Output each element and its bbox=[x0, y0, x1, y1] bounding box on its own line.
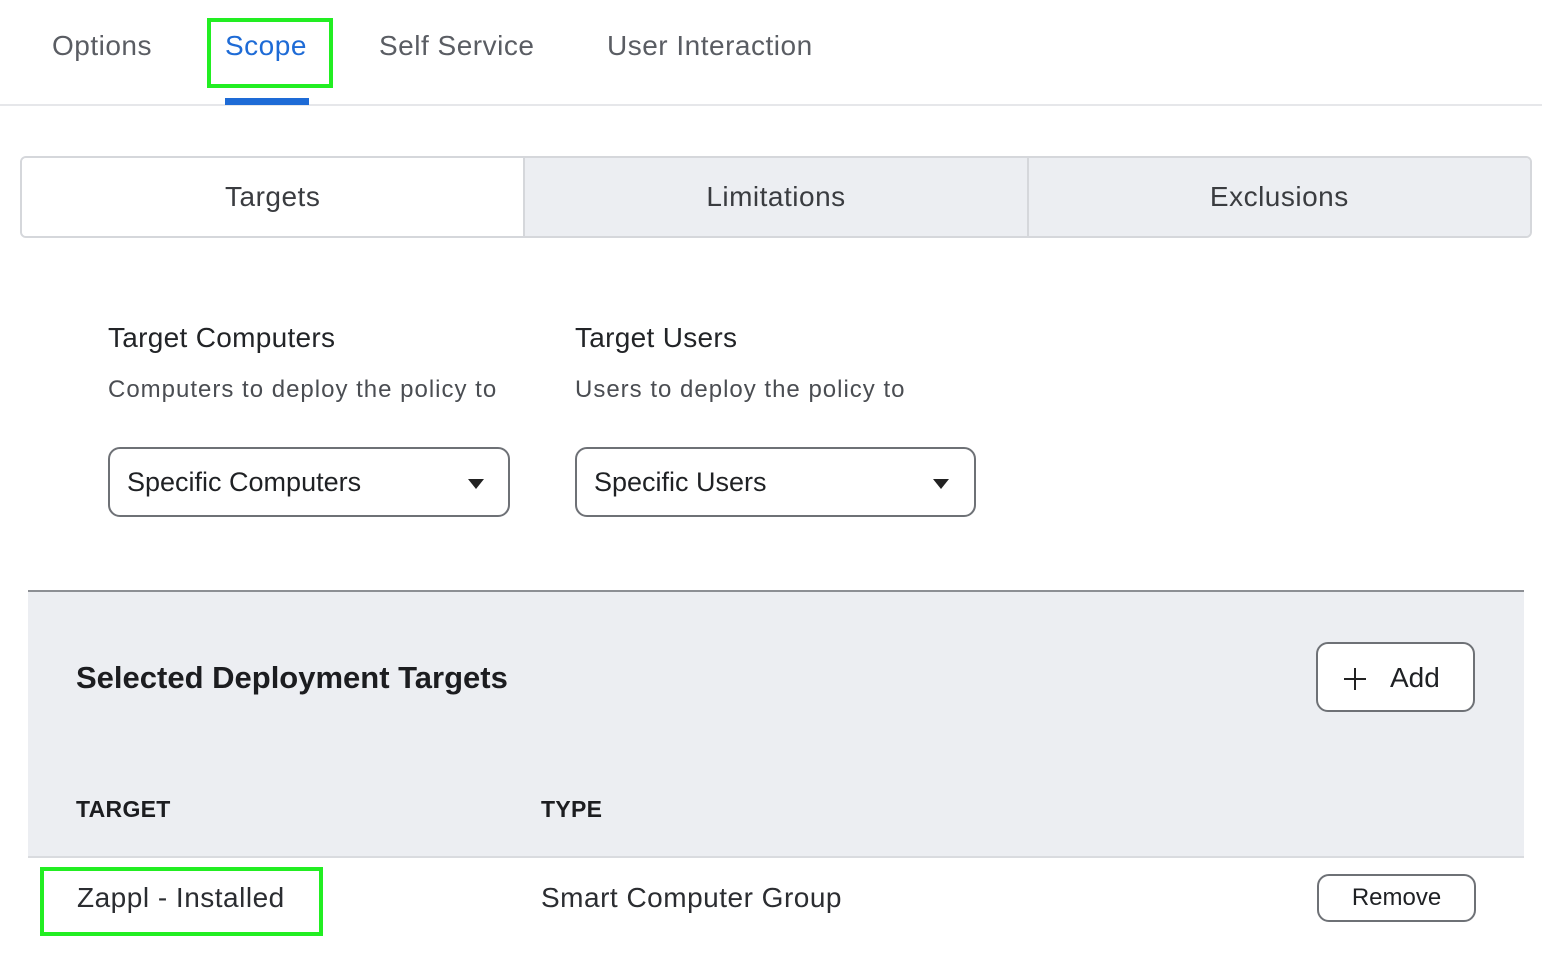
policy-scope-page: Options Scope Self Service User Interact… bbox=[0, 0, 1542, 964]
target-computers-select-value: Specific Computers bbox=[127, 467, 362, 497]
scope-segmented-control: Targets Limitations Exclusions bbox=[20, 156, 1532, 238]
target-type-cell: Smart Computer Group bbox=[541, 882, 842, 913]
caret-down-icon bbox=[468, 479, 484, 489]
target-users-select[interactable]: Specific Users bbox=[575, 447, 976, 517]
target-name-cell: Zappl - Installed bbox=[77, 882, 285, 913]
target-computers-title: Target Computers bbox=[108, 322, 336, 353]
column-header-target[interactable]: TARGET bbox=[76, 796, 171, 823]
tab-user-interaction[interactable]: User Interaction bbox=[607, 30, 813, 62]
remove-target-button[interactable]: Remove bbox=[1317, 874, 1476, 922]
column-header-type[interactable]: TYPE bbox=[541, 796, 602, 823]
deployment-targets-panel: Selected Deployment Targets Add TARGET T… bbox=[28, 590, 1524, 858]
add-target-button[interactable]: Add bbox=[1316, 642, 1475, 712]
plus-icon bbox=[1344, 668, 1366, 690]
caret-down-icon bbox=[933, 479, 949, 489]
segment-targets[interactable]: Targets bbox=[22, 158, 524, 236]
add-target-label: Add bbox=[1390, 662, 1440, 693]
active-tab-indicator bbox=[225, 98, 309, 105]
top-tab-bar: Options Scope Self Service User Interact… bbox=[0, 0, 1542, 106]
tab-options[interactable]: Options bbox=[52, 30, 152, 62]
tab-scope[interactable]: Scope bbox=[225, 30, 307, 62]
target-users-title: Target Users bbox=[575, 322, 738, 353]
target-computers-description: Computers to deploy the policy to bbox=[108, 376, 498, 403]
segment-limitations[interactable]: Limitations bbox=[523, 158, 1027, 236]
target-users-description: Users to deploy the policy to bbox=[575, 376, 906, 403]
deployment-targets-title: Selected Deployment Targets bbox=[76, 660, 508, 695]
segment-exclusions[interactable]: Exclusions bbox=[1026, 158, 1530, 236]
tab-self-service[interactable]: Self Service bbox=[379, 30, 534, 62]
target-users-select-value: Specific Users bbox=[594, 467, 767, 497]
target-computers-select[interactable]: Specific Computers bbox=[108, 447, 510, 517]
